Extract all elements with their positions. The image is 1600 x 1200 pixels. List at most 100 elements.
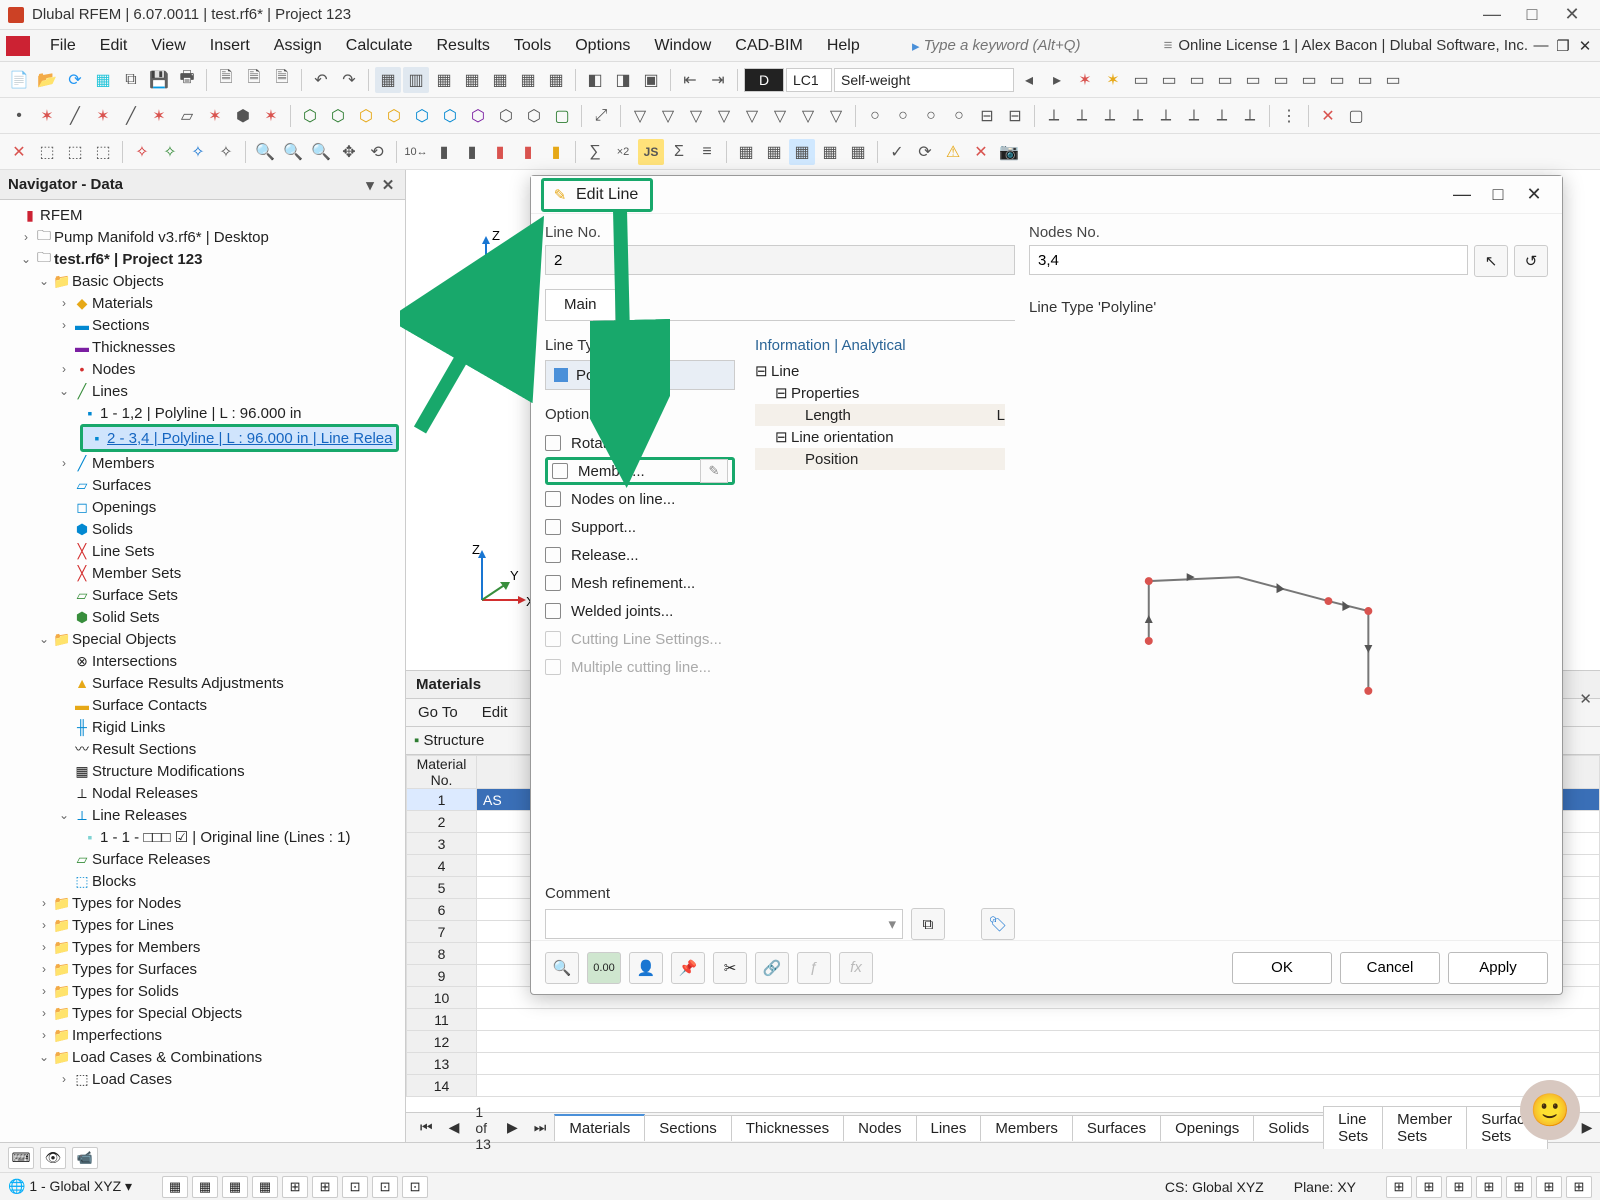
menu-edit[interactable]: Edit — [88, 33, 140, 59]
sb-8[interactable]: ⊡ — [372, 1176, 398, 1198]
rel2-icon[interactable]: ⟂ — [1069, 103, 1095, 129]
zoom3-icon[interactable]: 🔍 — [308, 139, 334, 165]
zoom2-icon[interactable]: 🔍 — [280, 139, 306, 165]
tree-membersets[interactable]: ╳Member Sets — [0, 562, 405, 584]
hinge5-icon[interactable]: ⊟ — [974, 103, 1000, 129]
status-cs-combo[interactable]: 1 - Global XYZ — [29, 1178, 121, 1194]
wall4-icon[interactable]: ▮ — [515, 139, 541, 165]
new-icon[interactable]: 📄 — [6, 67, 32, 93]
tree-sm[interactable]: ▦Structure Modifications — [0, 760, 405, 782]
save-icon[interactable]: 💾 — [146, 67, 172, 93]
dialog-ok-button[interactable]: OK — [1232, 952, 1332, 984]
t5-icon[interactable]: ▭ — [1240, 67, 1266, 93]
sup3-icon[interactable]: ▽ — [683, 103, 709, 129]
cube2-icon[interactable]: ⬚ — [62, 139, 88, 165]
opt-release[interactable]: Release... — [545, 541, 735, 569]
tree-line-1[interactable]: ▪1 - 1,2 | Polyline | L : 96.000 in — [0, 402, 405, 424]
opt-support[interactable]: Support... — [545, 513, 735, 541]
tree-project-2[interactable]: ⌄🗀test.rf6* | Project 123 — [0, 248, 405, 270]
dlg-model-icon[interactable]: 👤 — [629, 952, 663, 984]
navigator-tree[interactable]: ▮RFEM ›🗀Pump Manifold v3.rf6* | Desktop … — [0, 200, 405, 1142]
t4-icon[interactable]: ▭ — [1212, 67, 1238, 93]
axis-y-icon[interactable]: ✧ — [157, 139, 183, 165]
doc2-icon[interactable]: 🗎 — [241, 67, 267, 93]
tree-members[interactable]: ›╱Members — [0, 452, 405, 474]
cube1-icon[interactable]: ⬚ — [34, 139, 60, 165]
opt-nodes-on-line[interactable]: Nodes on line... — [545, 485, 735, 513]
warn-icon[interactable]: ⚠ — [940, 139, 966, 165]
tree-imp[interactable]: ›📁Imperfections — [0, 1024, 405, 1046]
set2-icon[interactable]: ⬡ — [325, 103, 351, 129]
window-minimize-button[interactable]: — — [1472, 4, 1512, 25]
menu-search-input[interactable] — [924, 37, 1144, 54]
copy-icon[interactable]: ⧉ — [118, 67, 144, 93]
dim-icon[interactable]: ⤢ — [588, 103, 614, 129]
wall5-icon[interactable]: ▮ — [543, 139, 569, 165]
calc2-icon[interactable]: ≡ — [694, 139, 720, 165]
tree-tfm[interactable]: ›📁Types for Members — [0, 936, 405, 958]
line-icon[interactable]: ╱ — [62, 103, 88, 129]
sup5-icon[interactable]: ▽ — [739, 103, 765, 129]
sup7-icon[interactable]: ▽ — [795, 103, 821, 129]
tree-linesets[interactable]: ╳Line Sets — [0, 540, 405, 562]
grid-nav-prev[interactable]: ◀ — [441, 1119, 468, 1136]
menu-calculate[interactable]: Calculate — [334, 33, 425, 59]
materials-panel-close-icon[interactable]: ✕ — [1579, 690, 1592, 708]
secondary-close-button[interactable]: ✕ — [1576, 37, 1594, 55]
close2-icon[interactable]: ▢ — [1343, 103, 1369, 129]
tree-sections[interactable]: ›▬Sections — [0, 314, 405, 336]
set1-icon[interactable]: ⬡ — [297, 103, 323, 129]
t9-icon[interactable]: ▭ — [1352, 67, 1378, 93]
js-icon[interactable]: JS — [638, 139, 664, 165]
dialog-cancel-button[interactable]: Cancel — [1340, 952, 1440, 984]
redo-icon[interactable]: ↷ — [336, 67, 362, 93]
sup8-icon[interactable]: ▽ — [823, 103, 849, 129]
check2-icon[interactable]: ⟳ — [912, 139, 938, 165]
window-close-button[interactable]: ✕ — [1552, 4, 1592, 25]
camera-icon[interactable]: 📷 — [996, 139, 1022, 165]
tree-sc[interactable]: ▬Surface Contacts — [0, 694, 405, 716]
doc1-icon[interactable]: 🗎 — [213, 67, 239, 93]
tree-lr[interactable]: ⌄⟂Line Releases — [0, 804, 405, 826]
cloud-icon[interactable]: ⟳ — [62, 67, 88, 93]
app-brand-icon[interactable] — [6, 36, 30, 56]
axis-z-icon[interactable]: ✧ — [185, 139, 211, 165]
render3-icon[interactable]: ▣ — [638, 67, 664, 93]
menu-help[interactable]: Help — [815, 33, 872, 59]
grid1-icon[interactable]: ▦ — [375, 67, 401, 93]
rel3-icon[interactable]: ⟂ — [1097, 103, 1123, 129]
sb-r5[interactable]: ⊞ — [1506, 1176, 1532, 1198]
t7-icon[interactable]: ▭ — [1296, 67, 1322, 93]
tree-thicknesses[interactable]: ▬Thicknesses — [0, 336, 405, 358]
tree-surfaces[interactable]: ▱Surfaces — [0, 474, 405, 496]
hinge4-icon[interactable]: ○ — [946, 103, 972, 129]
sb-r6[interactable]: ⊞ — [1536, 1176, 1562, 1198]
tree-lr-1[interactable]: ▪1 - 1 - □□□ ☑ | Original line (Lines : … — [0, 826, 405, 848]
btab-nodes[interactable]: Nodes — [843, 1115, 916, 1141]
line-star-icon[interactable]: ✶ — [90, 103, 116, 129]
pan-icon[interactable]: ✥ — [336, 139, 362, 165]
set9-icon[interactable]: ⬡ — [521, 103, 547, 129]
set4-icon[interactable]: ⬡ — [381, 103, 407, 129]
menu-options[interactable]: Options — [563, 33, 642, 59]
print-icon[interactable]: 🖶 — [174, 67, 200, 93]
grid3-icon[interactable]: ▦ — [431, 67, 457, 93]
nodes-pick-icon[interactable]: ↖ — [1474, 245, 1508, 277]
t8-icon[interactable]: ▭ — [1324, 67, 1350, 93]
t6-icon[interactable]: ▭ — [1268, 67, 1294, 93]
hinge6-icon[interactable]: ⊟ — [1002, 103, 1028, 129]
dlg-units-icon[interactable]: 0.00 — [587, 952, 621, 984]
member-icon[interactable]: ╱ — [118, 103, 144, 129]
tree-rl[interactable]: ╫Rigid Links — [0, 716, 405, 738]
set7-icon[interactable]: ⬡ — [465, 103, 491, 129]
grid7-icon[interactable]: ▦ — [543, 67, 569, 93]
grid4-icon[interactable]: ▦ — [459, 67, 485, 93]
align1-icon[interactable]: ⇤ — [677, 67, 703, 93]
axis-all-icon[interactable]: ✧ — [213, 139, 239, 165]
comment-copy-icon[interactable]: ⧉ — [911, 908, 945, 940]
tree-tfsp[interactable]: ›📁Types for Special Objects — [0, 1002, 405, 1024]
x2-icon[interactable]: ×2 — [610, 139, 636, 165]
tree-nr[interactable]: ⟂Nodal Releases — [0, 782, 405, 804]
tree-project-1[interactable]: ›🗀Pump Manifold v3.rf6* | Desktop — [0, 226, 405, 248]
mesh4-icon[interactable]: ▦ — [817, 139, 843, 165]
